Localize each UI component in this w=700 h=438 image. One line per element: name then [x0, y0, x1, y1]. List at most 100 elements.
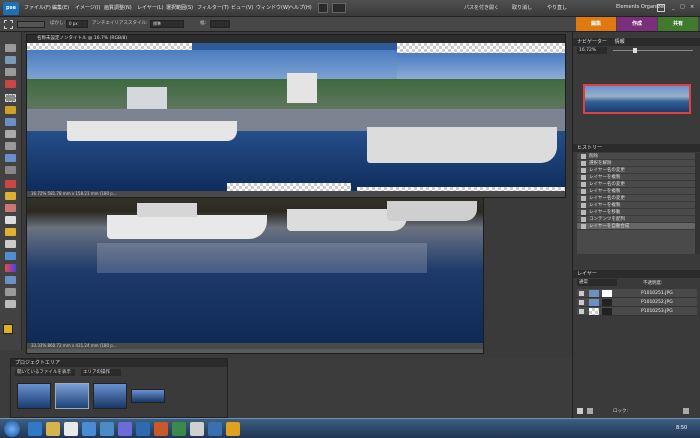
app-icon[interactable] [190, 422, 204, 436]
system-tray[interactable] [600, 425, 660, 433]
navigator-tab[interactable]: ナビゲーター [577, 39, 607, 45]
clone-stamp-tool-icon[interactable] [5, 204, 16, 212]
history-item[interactable]: レイヤー名の変更 [577, 181, 695, 188]
clock[interactable]: 8:50 [676, 425, 687, 431]
tab-edit[interactable]: 編集 [576, 17, 616, 31]
home-icon[interactable] [657, 4, 665, 12]
minimize-icon[interactable]: _ [672, 4, 675, 10]
menu-window[interactable]: ウィンドウ(W) [256, 4, 290, 11]
start-button[interactable] [4, 421, 20, 437]
blur-tool-icon[interactable] [5, 288, 16, 296]
app-icon[interactable] [172, 422, 186, 436]
style-select[interactable]: 標準 [150, 20, 184, 28]
project-thumbnail[interactable] [93, 383, 127, 409]
antialias-checkbox[interactable]: アンチエイリアス [92, 20, 128, 26]
marquee-tool-icon[interactable] [5, 94, 16, 102]
foreground-color-swatch[interactable] [3, 324, 13, 334]
history-item[interactable]: レイヤーを複製 [577, 188, 695, 195]
width-field[interactable] [210, 20, 230, 28]
history-scrollbar[interactable] [695, 153, 700, 254]
menu-image[interactable]: イメージ(I) [75, 4, 100, 11]
arrange-dropdown[interactable] [332, 3, 346, 13]
eye-icon[interactable] [579, 309, 584, 314]
navigator-zoom-slider[interactable] [613, 50, 693, 51]
document-window-2[interactable]: 33.33% 860.72 mm x 431.24 mm (180 p... [26, 182, 484, 354]
tab-create[interactable]: 作成 [617, 17, 657, 31]
zoom-tool-icon[interactable] [5, 56, 16, 64]
sponge-tool-icon[interactable] [5, 300, 16, 308]
menu-help[interactable]: ヘルプ(H) [289, 4, 312, 11]
history-item[interactable]: レイヤー名の変更 [577, 167, 695, 174]
undo-button[interactable]: 取り消し [512, 4, 532, 11]
project-thumbnail[interactable] [131, 389, 165, 403]
ie-icon[interactable] [28, 422, 42, 436]
pencil-tool-icon[interactable] [5, 216, 16, 224]
app-icon[interactable] [82, 422, 96, 436]
document-canvas-1[interactable] [27, 43, 565, 191]
eyedropper-tool-icon[interactable] [5, 80, 16, 88]
history-item[interactable]: レイヤーを複製 [577, 202, 695, 209]
move-tool-icon[interactable] [5, 44, 16, 52]
app-icon[interactable] [154, 422, 168, 436]
navigator-panel-header[interactable]: ナビゲーター 情報 [573, 38, 700, 46]
menu-select[interactable]: 選択範囲(S) [166, 4, 193, 11]
app-icon[interactable] [226, 422, 240, 436]
red-eye-tool-icon[interactable] [5, 180, 16, 188]
selection-mode-buttons[interactable] [17, 21, 45, 28]
explorer-icon[interactable] [46, 422, 60, 436]
close-icon[interactable]: × [690, 4, 694, 10]
media-player-icon[interactable] [64, 422, 78, 436]
maximize-icon[interactable]: □ [680, 4, 685, 10]
new-layer-icon[interactable] [577, 408, 583, 414]
layer-row[interactable]: P1010253.JPG [577, 307, 697, 316]
project-thumbnail[interactable] [17, 383, 51, 409]
adjustment-layer-icon[interactable] [587, 408, 593, 414]
app-icon[interactable] [100, 422, 114, 436]
eye-icon[interactable] [579, 300, 584, 305]
screen-mode-icon[interactable] [318, 3, 328, 13]
tab-share[interactable]: 共有 [658, 17, 698, 31]
menu-filter[interactable]: フィルター(T) [197, 4, 229, 11]
paint-bucket-tool-icon[interactable] [5, 252, 16, 260]
layers-panel-header[interactable]: レイヤー [573, 270, 700, 278]
navigator-zoom-field[interactable]: 16.72% [577, 47, 607, 54]
gradient-tool-icon[interactable] [5, 264, 16, 272]
menu-file[interactable]: ファイル(F) [24, 4, 51, 11]
photoshop-elements-icon[interactable] [136, 422, 150, 436]
history-item[interactable]: コンテンツを配列 [577, 216, 695, 223]
trash-icon[interactable] [683, 408, 689, 414]
app-icon[interactable] [118, 422, 132, 436]
crop-tool-icon[interactable] [5, 142, 16, 150]
quick-selection-tool-icon[interactable] [5, 118, 16, 126]
cookie-cutter-tool-icon[interactable] [5, 154, 16, 162]
project-bin-dropdown[interactable]: 開いているファイルを表示 [15, 369, 75, 376]
history-item[interactable]: 削除 [577, 153, 695, 160]
brush-tool-icon[interactable] [5, 228, 16, 236]
history-item[interactable]: レイヤーを複製 [577, 174, 695, 181]
project-bin-actions[interactable]: エリアの操作 [81, 369, 121, 376]
panorama-link[interactable]: パスを付き開く [464, 4, 499, 11]
feather-field[interactable]: 0 px [66, 20, 88, 28]
document-window-1[interactable]: 名称未設定ノンタイトル @ 16.7% (RGB/8) 16.72% 581.7… [26, 34, 566, 198]
hand-tool-icon[interactable] [5, 68, 16, 76]
layer-row[interactable]: P1010252.JPG [577, 298, 697, 307]
shape-tool-icon[interactable] [5, 276, 16, 284]
eye-icon[interactable] [579, 291, 584, 296]
project-thumbnail[interactable] [55, 383, 89, 409]
info-tab[interactable]: 情報 [615, 39, 625, 45]
document-canvas-2[interactable] [27, 183, 483, 343]
history-item[interactable]: 選択を解除 [577, 160, 695, 167]
history-item-selected[interactable]: レイヤーを自動合成 [577, 223, 695, 230]
marquee-tool-icon[interactable] [4, 20, 13, 29]
straighten-tool-icon[interactable] [5, 166, 16, 174]
redo-button[interactable]: やり直し [547, 4, 567, 11]
history-item[interactable]: レイヤーを移動 [577, 209, 695, 216]
history-panel-header[interactable]: ヒストリー [573, 144, 700, 152]
history-item[interactable]: レイヤー名の変更 [577, 195, 695, 202]
menu-edit[interactable]: 編集(E) [52, 4, 69, 11]
spot-healing-tool-icon[interactable] [5, 192, 16, 200]
menu-view[interactable]: ビュー(V) [231, 4, 253, 11]
menu-enhance[interactable]: 画質調整(N) [104, 4, 132, 11]
navigator-thumbnail[interactable] [583, 84, 691, 114]
menu-layer[interactable]: レイヤー(L) [137, 4, 164, 11]
